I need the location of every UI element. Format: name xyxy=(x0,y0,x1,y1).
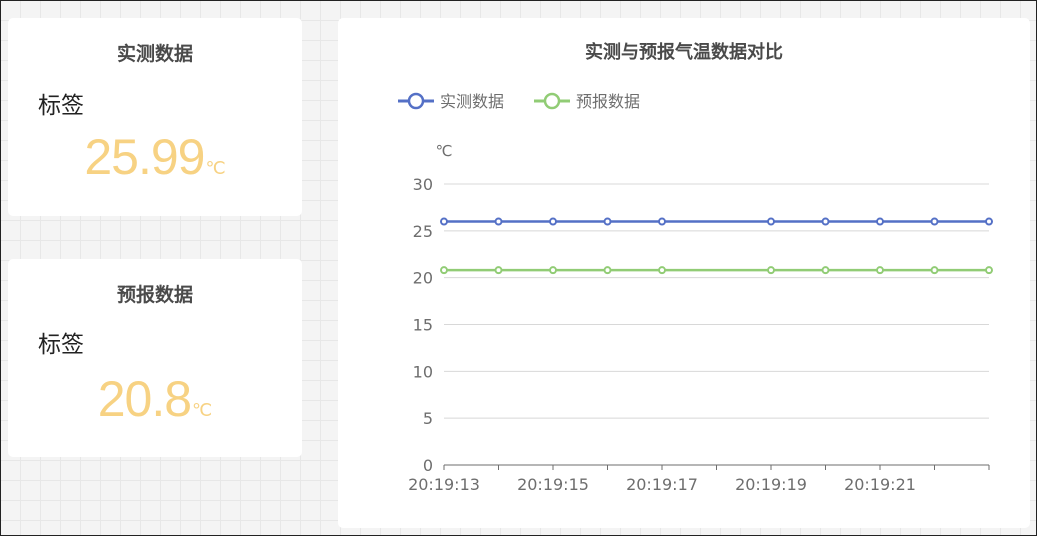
forecast-unit: ℃ xyxy=(192,400,213,420)
data-point[interactable] xyxy=(930,217,939,226)
forecast-tag-label: 标签 xyxy=(38,332,84,358)
data-point[interactable] xyxy=(821,266,830,275)
x-tick-label: 20:19:17 xyxy=(626,475,698,494)
data-point[interactable] xyxy=(985,266,993,275)
data-point[interactable] xyxy=(440,266,448,275)
comparison-chart-card: 实测与预报气温数据对比 实测数据 预报数据 ℃ 0 5 10 15 20 25 30 20:1… xyxy=(338,18,1030,528)
x-tick-label: 20:19:15 xyxy=(517,475,589,494)
forecast-card-title: 预报数据 xyxy=(116,284,193,306)
y-tick-label: 0 xyxy=(423,456,433,475)
x-tick-label: 20:19:13 xyxy=(408,475,480,494)
x-axis: 20:19:13 20:19:15 20:19:17 20:19:19 20:19:21 xyxy=(408,464,990,494)
chart-title: 实测与预报气温数据对比 xyxy=(585,41,783,63)
chart-grid xyxy=(444,183,989,419)
chart-legend[interactable]: 实测数据 预报数据 xyxy=(398,92,640,111)
x-tick-label: 20:19:21 xyxy=(844,475,916,494)
data-point[interactable] xyxy=(767,217,775,226)
data-point[interactable] xyxy=(549,217,557,226)
legend-circle-icon xyxy=(543,92,561,110)
comparison-line-chart: 实测与预报气温数据对比 实测数据 预报数据 ℃ 0 5 10 15 20 25 30 20:1… xyxy=(398,41,993,494)
legend-label: 实测数据 xyxy=(440,92,504,111)
data-point[interactable] xyxy=(494,217,503,226)
data-point[interactable] xyxy=(876,217,884,226)
data-point[interactable] xyxy=(985,217,993,226)
forecast-value-display: 20.8℃ xyxy=(8,370,302,428)
measured-data-card: 实测数据 标签 25.99℃ xyxy=(8,18,302,216)
legend-item-actual[interactable]: 实测数据 xyxy=(398,92,504,111)
measured-card-title: 实测数据 xyxy=(116,43,193,65)
data-point[interactable] xyxy=(549,266,557,275)
y-axis: 0 5 10 15 20 25 30 xyxy=(413,175,433,475)
legend-label: 预报数据 xyxy=(576,92,640,111)
measured-tag-label: 标签 xyxy=(38,93,84,119)
y-tick-label: 5 xyxy=(423,409,433,428)
y-axis-unit-label: ℃ xyxy=(436,142,453,160)
data-point[interactable] xyxy=(603,217,612,226)
y-tick-label: 10 xyxy=(413,362,433,381)
data-point[interactable] xyxy=(440,217,448,226)
legend-item-forecast[interactable]: 预报数据 xyxy=(534,92,640,111)
measured-value-display: 25.99℃ xyxy=(8,128,302,186)
legend-circle-icon xyxy=(407,92,425,110)
data-point[interactable] xyxy=(821,217,830,226)
series-layer xyxy=(440,217,993,275)
forecast-value: 20.8 xyxy=(97,371,192,427)
data-point[interactable] xyxy=(930,266,939,275)
data-point[interactable] xyxy=(658,266,666,275)
y-tick-label: 25 xyxy=(413,222,433,241)
x-tick-label: 20:19:19 xyxy=(735,475,807,494)
measured-value: 25.99 xyxy=(84,129,205,185)
data-point[interactable] xyxy=(494,266,503,275)
y-tick-label: 15 xyxy=(413,316,433,335)
data-point[interactable] xyxy=(603,266,612,275)
y-tick-label: 30 xyxy=(413,175,433,194)
measured-unit: ℃ xyxy=(205,158,226,178)
forecast-data-card: 预报数据 标签 20.8℃ xyxy=(8,259,302,457)
data-point[interactable] xyxy=(767,266,775,275)
y-tick-label: 20 xyxy=(413,269,433,288)
data-point[interactable] xyxy=(876,266,884,275)
data-point[interactable] xyxy=(658,217,666,226)
